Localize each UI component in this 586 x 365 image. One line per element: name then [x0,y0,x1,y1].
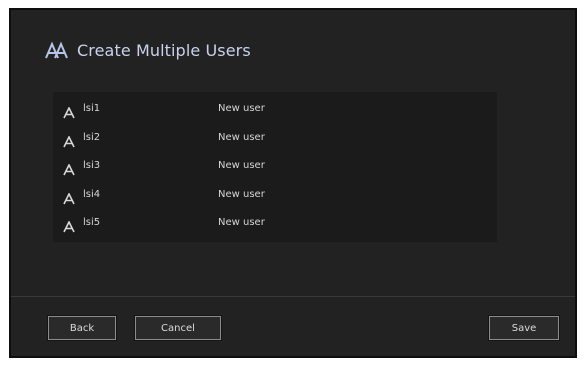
user-role: New user [218,188,265,200]
user-name: lsi5 [83,217,101,228]
user-role: New user [218,160,265,171]
user-name: lsi2 [83,131,101,143]
user-icon [63,133,75,147]
user-name: lsi4 [83,188,101,200]
create-multiple-users-dialog: Create Multiple Users lsi1 New user lsi2… [9,8,577,358]
user-role: New user [218,217,265,228]
dialog-header: Create Multiple Users [44,38,251,62]
user-role: New user [218,103,265,114]
footer-divider [11,296,575,297]
cancel-button[interactable]: Cancel [134,315,222,341]
user-role: New user [218,131,265,143]
back-button[interactable]: Back [47,315,117,341]
user-icon [63,190,75,204]
user-icon [63,218,75,233]
user-name: lsi3 [83,160,101,171]
dialog-title: Create Multiple Users [77,40,251,60]
list-item[interactable]: lsi2 New user [53,125,497,154]
users-icon [44,41,70,59]
user-icon [63,161,75,176]
list-item[interactable]: lsi1 New user [53,96,497,125]
user-icon [63,104,75,119]
list-item[interactable]: lsi4 New user [53,182,497,211]
save-button[interactable]: Save [488,315,560,341]
list-item[interactable]: lsi3 New user [53,153,497,182]
list-item[interactable]: lsi5 New user [53,210,497,239]
user-name: lsi1 [83,103,101,114]
user-list: lsi1 New user lsi2 New user lsi3 New use… [53,92,497,242]
